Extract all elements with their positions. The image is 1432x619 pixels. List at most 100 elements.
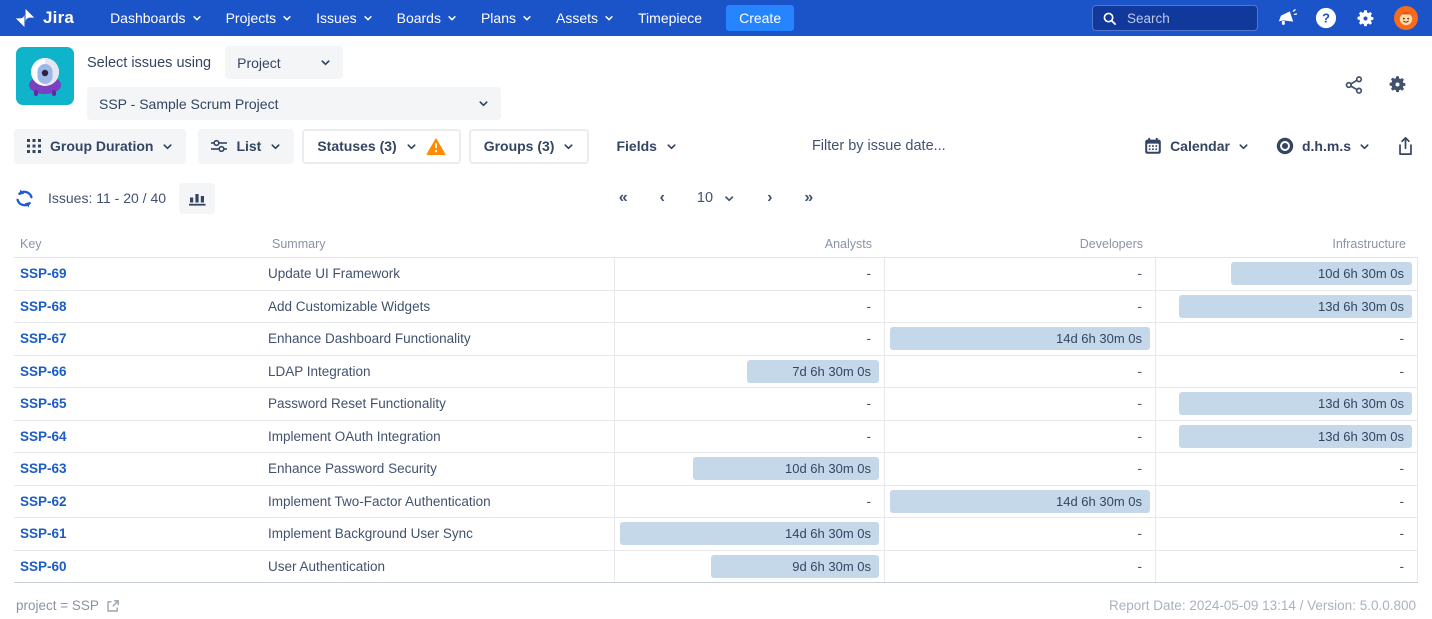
settings-icon[interactable] (1355, 8, 1376, 29)
issue-key-cell: SSP-69 (14, 258, 266, 290)
page-size-select[interactable]: 10 (697, 190, 735, 206)
issue-key-link[interactable]: SSP-62 (20, 494, 67, 509)
empty-duration: - (1400, 494, 1413, 509)
issue-date-filter[interactable]: Filter by issue date... (812, 138, 946, 154)
chevron-down-icon (604, 13, 614, 23)
issue-source-mode-select[interactable]: Project (225, 46, 343, 79)
duration-cell-analysts: 14d 6h 30m 0s (614, 518, 884, 550)
first-page-button[interactable]: « (619, 189, 628, 207)
chevron-down-icon (282, 13, 292, 23)
nav-item-projects[interactable]: Projects (226, 10, 293, 26)
search-icon (1102, 11, 1117, 26)
brand-name: Jira (43, 8, 74, 28)
duration-bar-analysts: 7d 6h 30m 0s (747, 360, 879, 383)
issue-key-link[interactable]: SSP-61 (20, 526, 67, 541)
statuses-filter-button[interactable]: Statuses (3) (302, 129, 460, 164)
warning-icon (426, 137, 446, 155)
issue-summary: LDAP Integration (266, 356, 614, 388)
project-select-value: SSP - Sample Scrum Project (99, 96, 278, 112)
report-toolbar: Group Duration List Statuses (3) Groups … (0, 126, 1432, 166)
chevron-down-icon (666, 141, 677, 152)
select-issues-label: Select issues using (87, 55, 211, 71)
issue-key-link[interactable]: SSP-64 (20, 429, 67, 444)
duration-cell-infrastructure: - (1155, 486, 1418, 518)
create-button[interactable]: Create (726, 5, 794, 31)
issue-key-cell: SSP-68 (14, 291, 266, 323)
nav-item-dashboards[interactable]: Dashboards (110, 10, 202, 26)
export-icon[interactable] (1397, 136, 1414, 156)
issue-key-link[interactable]: SSP-66 (20, 364, 67, 379)
last-page-button[interactable]: » (804, 189, 813, 207)
issue-key-link[interactable]: SSP-67 (20, 331, 67, 346)
empty-duration: - (1400, 559, 1413, 574)
empty-duration: - (1138, 266, 1151, 281)
issue-key-link[interactable]: SSP-65 (20, 396, 67, 411)
nav-item-assets[interactable]: Assets (556, 10, 614, 26)
search-box[interactable] (1092, 5, 1258, 31)
empty-duration: - (1138, 364, 1151, 379)
issue-key-cell: SSP-64 (14, 421, 266, 453)
issue-key-link[interactable]: SSP-60 (20, 559, 67, 574)
issue-key-link[interactable]: SSP-68 (20, 299, 67, 314)
jira-logo[interactable]: Jira (14, 7, 74, 29)
nav-item-label: Dashboards (110, 10, 186, 26)
empty-duration: - (1138, 429, 1151, 444)
help-icon[interactable]: ? (1315, 7, 1337, 29)
share-icon[interactable] (1344, 75, 1364, 95)
calendar-button[interactable]: Calendar (1144, 137, 1249, 155)
empty-duration: - (1138, 299, 1151, 314)
table-body: SSP-69Update UI Framework - - 10d 6h 30m… (14, 258, 1418, 583)
report-settings-icon[interactable] (1387, 74, 1408, 95)
empty-duration: - (1400, 331, 1413, 346)
issue-key-cell: SSP-60 (14, 551, 266, 583)
column-header-infrastructure: Infrastructure (1155, 237, 1418, 251)
issue-key-cell: SSP-63 (14, 453, 266, 485)
duration-cell-infrastructure: 10d 6h 30m 0s (1155, 258, 1418, 290)
nav-item-timepiece[interactable]: Timepiece (638, 10, 702, 26)
duration-format-label: d.h.m.s (1302, 138, 1351, 154)
nav-item-boards[interactable]: Boards (397, 10, 457, 26)
table-row: SSP-65Password Reset Functionality - - 1… (14, 388, 1418, 421)
duration-bar-infrastructure: 13d 6h 30m 0s (1179, 392, 1412, 415)
nav-item-plans[interactable]: Plans (481, 10, 532, 26)
svg-text:?: ? (1322, 11, 1330, 26)
empty-duration: - (867, 396, 880, 411)
chevron-down-icon (522, 13, 532, 23)
issue-key-cell: SSP-65 (14, 388, 266, 420)
issue-key-link[interactable]: SSP-69 (20, 266, 67, 281)
issue-summary: Add Customizable Widgets (266, 291, 614, 323)
groups-filter-button[interactable]: Groups (3) (469, 129, 590, 164)
nav-item-label: Plans (481, 10, 516, 26)
project-select[interactable]: SSP - Sample Scrum Project (87, 87, 501, 120)
table-row: SSP-60User Authentication 9d 6h 30m 0s -… (14, 551, 1418, 584)
issue-summary: Enhance Dashboard Functionality (266, 323, 614, 355)
app-logo (16, 47, 74, 105)
issue-summary: User Authentication (266, 551, 614, 583)
external-link-icon (106, 599, 120, 613)
duration-cell-developers: - (884, 551, 1155, 583)
group-duration-button[interactable]: Group Duration (14, 129, 186, 164)
prev-page-button[interactable]: ‹ (660, 189, 665, 207)
jql-filter-link[interactable]: project = SSP (16, 598, 120, 613)
view-mode-button[interactable]: List (198, 129, 294, 164)
table-row: SSP-63Enhance Password Security 10d 6h 3… (14, 453, 1418, 486)
issues-count: Issues: 11 - 20 / 40 (48, 190, 166, 206)
duration-cell-developers: 14d 6h 30m 0s (884, 486, 1155, 518)
user-avatar[interactable] (1394, 6, 1418, 30)
empty-duration: - (867, 299, 880, 314)
nav-item-issues[interactable]: Issues (316, 10, 372, 26)
table-row: SSP-61Implement Background User Sync 14d… (14, 518, 1418, 551)
refresh-icon[interactable] (14, 188, 35, 209)
chart-view-button[interactable] (179, 183, 215, 214)
duration-format-button[interactable]: d.h.m.s (1276, 137, 1370, 155)
announcements-icon[interactable] (1276, 8, 1297, 28)
nav-items: Dashboards Projects Issues Boards Plans Asset… (110, 10, 702, 26)
fields-button[interactable]: Fields (603, 129, 689, 164)
statuses-filter-label: Statuses (3) (317, 138, 396, 154)
issue-source-controls: Select issues using Project SSP - Sample… (87, 46, 501, 120)
next-page-button[interactable]: › (767, 189, 772, 207)
nav-right-cluster: ? (1092, 5, 1418, 31)
search-input[interactable] (1125, 10, 1248, 27)
issue-key-link[interactable]: SSP-63 (20, 461, 67, 476)
chevron-down-icon (320, 57, 331, 68)
